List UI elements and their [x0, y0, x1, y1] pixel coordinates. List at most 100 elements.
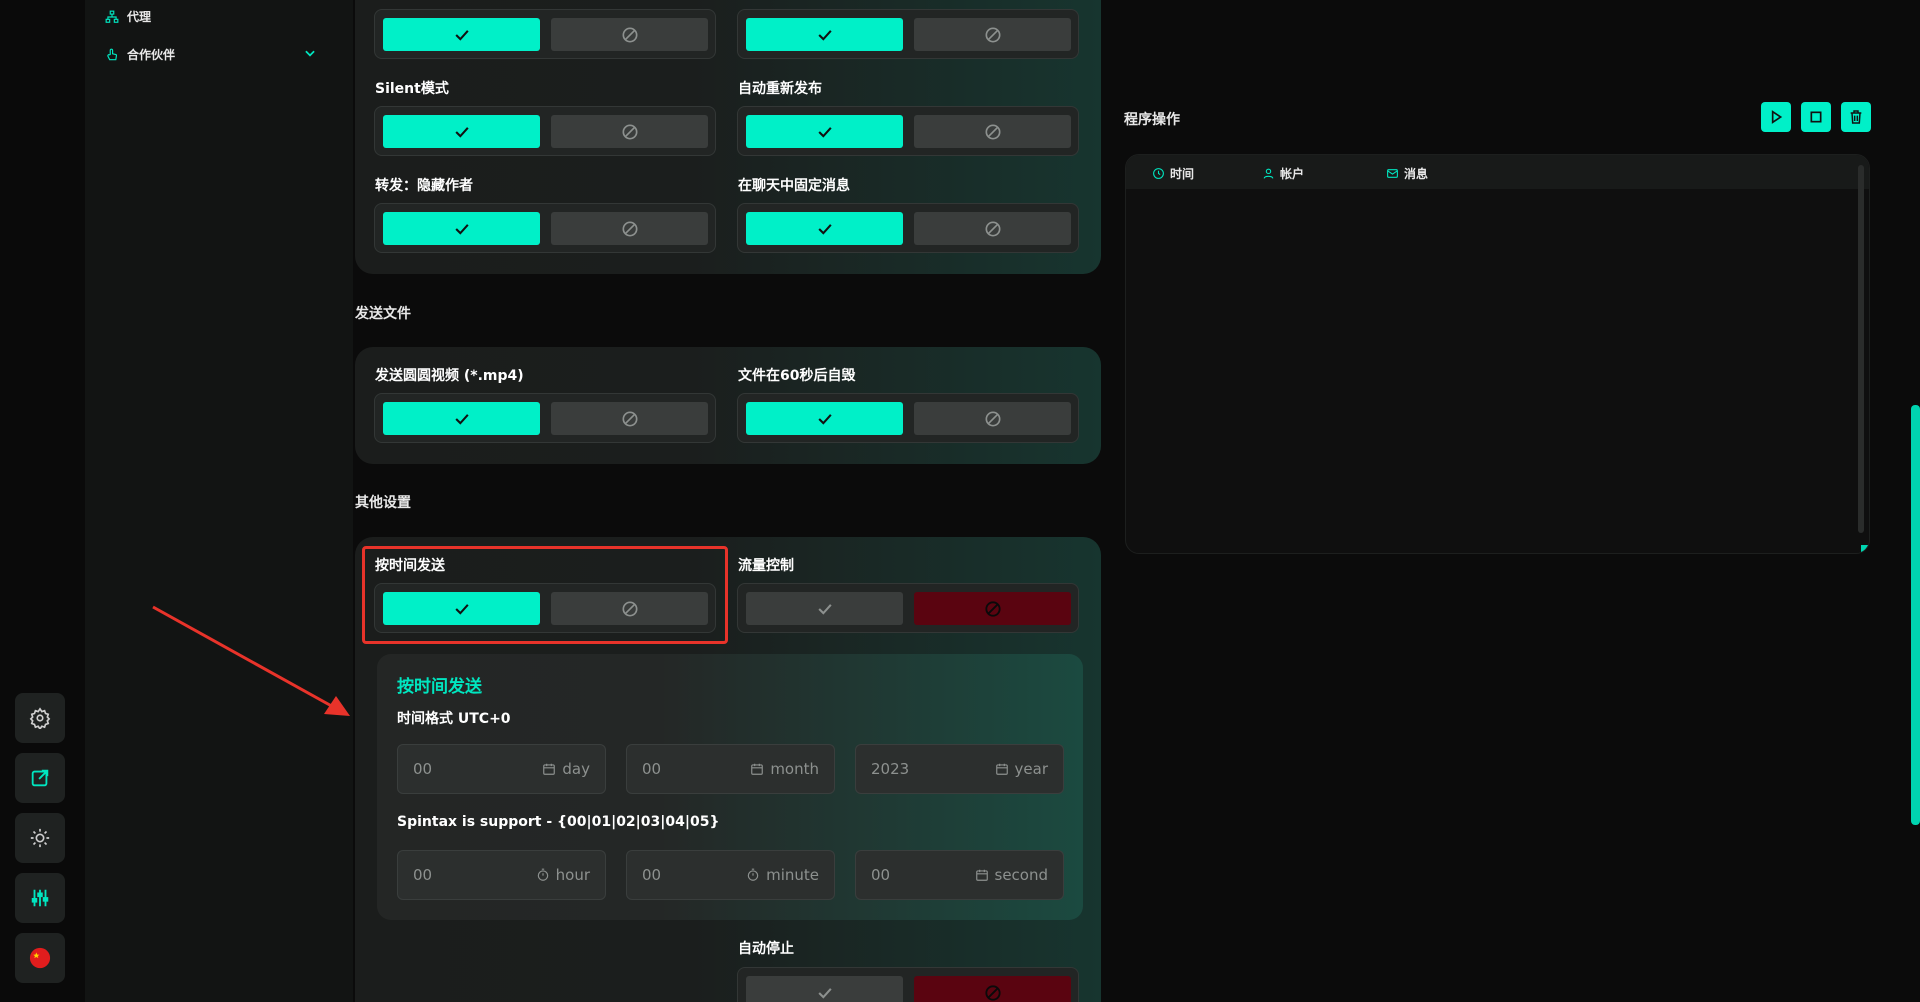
calendar-icon	[975, 869, 988, 881]
field-value: 00	[413, 866, 433, 884]
icon-rail	[0, 0, 85, 1002]
toggle-on-button[interactable]	[383, 212, 540, 245]
toggle-round-video[interactable]	[374, 393, 716, 443]
log-column-message: 消息	[1386, 165, 1428, 182]
hour-input[interactable]: 00 hour	[397, 850, 606, 900]
toggle-on-button[interactable]	[746, 115, 903, 148]
ban-icon	[622, 221, 637, 236]
day-input[interactable]: 00 day	[397, 744, 606, 794]
page-scrollbar[interactable]	[1911, 405, 1920, 825]
resize-handle[interactable]	[1861, 545, 1869, 553]
toggle-off-button[interactable]	[914, 212, 1071, 245]
user-icon	[1263, 168, 1274, 179]
toggle-self-destruct[interactable]	[737, 393, 1079, 443]
sidebar-item-partners[interactable]: 合作伙伴	[105, 46, 175, 63]
toggle-top-right[interactable]	[737, 9, 1079, 59]
field-unit-label: second	[994, 866, 1049, 884]
toggle-on-button[interactable]	[746, 402, 903, 435]
time-format-label: 时间格式 UTC+0	[397, 711, 511, 727]
year-input[interactable]: 2023 year	[855, 744, 1064, 794]
delete-button[interactable]	[1841, 102, 1871, 132]
main-content: Silent模式 自动重新发布 转发：隐藏作者 在聊天中固定消息 发送文件 发送…	[353, 0, 1113, 1002]
month-input[interactable]: 00 month	[626, 744, 835, 794]
toggle-off-button[interactable]	[914, 976, 1071, 1002]
china-flag-icon	[29, 947, 51, 969]
ban-icon	[984, 984, 1001, 1001]
toggle-off-button[interactable]	[551, 212, 708, 245]
option-label: 流量控制	[738, 558, 794, 574]
external-link-icon	[31, 769, 49, 787]
field-value: 00	[871, 866, 891, 884]
mail-icon	[1387, 169, 1398, 178]
language-button[interactable]	[15, 933, 65, 983]
schedule-panel: 按时间发送 时间格式 UTC+0 00 day 00 month 2023 ye…	[377, 654, 1083, 920]
option-label: 文件在60秒后自毁	[738, 368, 856, 384]
toggle-on-button[interactable]	[383, 402, 540, 435]
second-input[interactable]: 00 second	[855, 850, 1064, 900]
calendar-icon	[543, 763, 556, 775]
ban-icon	[622, 124, 637, 139]
stop-button[interactable]	[1801, 102, 1831, 132]
minute-input[interactable]: 00 minute	[626, 850, 835, 900]
log-scrollbar[interactable]	[1858, 165, 1864, 533]
timer-icon	[747, 868, 759, 881]
option-label: 转发：隐藏作者	[375, 178, 473, 194]
chevron-down-icon[interactable]	[303, 46, 317, 60]
field-unit: month	[750, 760, 819, 778]
schedule-title: 按时间发送	[397, 677, 482, 697]
toggle-flow-control[interactable]	[737, 583, 1079, 633]
operation-log[interactable]: 时间 帐户 消息	[1125, 154, 1870, 554]
option-label: 在聊天中固定消息	[738, 178, 850, 194]
spintax-label: Spintax is support - {00|01|02|03|04|05}	[397, 814, 720, 830]
toggle-off-button[interactable]	[551, 115, 708, 148]
toggle-auto-republish[interactable]	[737, 106, 1079, 156]
adjustments-button[interactable]	[15, 873, 65, 923]
calendar-icon	[995, 763, 1008, 775]
network-icon	[105, 10, 119, 23]
toggle-off-button[interactable]	[914, 18, 1071, 51]
calendar-icon	[751, 763, 764, 775]
field-unit: minute	[746, 866, 819, 884]
toggle-top-left[interactable]	[374, 9, 716, 59]
clock-icon	[1153, 168, 1164, 179]
check-icon	[817, 126, 832, 138]
field-value: 2023	[871, 760, 910, 778]
toggle-on-button[interactable]	[746, 592, 903, 625]
field-unit-label: day	[562, 760, 590, 778]
toggle-off-button[interactable]	[914, 115, 1071, 148]
log-column-label: 时间	[1170, 167, 1195, 181]
log-column-label: 帐户	[1280, 167, 1305, 181]
sidebar-item-proxy[interactable]: 代理	[105, 8, 151, 25]
ban-icon	[622, 411, 637, 426]
sidebar-item-label: 代理	[127, 10, 152, 24]
toggle-auto-stop[interactable]	[737, 967, 1079, 1002]
toggle-off-button[interactable]	[914, 592, 1071, 625]
ban-icon	[622, 27, 637, 42]
theme-button[interactable]	[15, 813, 65, 863]
toggle-off-button[interactable]	[551, 18, 708, 51]
toggle-on-button[interactable]	[746, 18, 903, 51]
toggle-on-button[interactable]	[383, 115, 540, 148]
field-unit: second	[975, 866, 1049, 884]
toggle-off-button[interactable]	[551, 402, 708, 435]
toggle-silent-mode[interactable]	[374, 106, 716, 156]
toggle-on-button[interactable]	[746, 976, 903, 1002]
ban-icon	[985, 27, 1000, 42]
play-button[interactable]	[1761, 102, 1791, 132]
log-column-label: 消息	[1404, 167, 1429, 181]
settings-button[interactable]	[15, 693, 65, 743]
toggle-pin-message[interactable]	[737, 203, 1079, 253]
sidebar: 代理 合作伙伴	[85, 0, 353, 1002]
external-link-button[interactable]	[15, 753, 65, 803]
toggle-off-button[interactable]	[914, 402, 1071, 435]
sun-icon	[30, 828, 50, 848]
send-options-panel: Silent模式 自动重新发布 转发：隐藏作者 在聊天中固定消息	[355, 0, 1101, 274]
toggle-hide-author[interactable]	[374, 203, 716, 253]
log-header: 时间 帐户 消息	[1126, 155, 1869, 189]
toggle-on-button[interactable]	[746, 212, 903, 245]
toggle-on-button[interactable]	[383, 18, 540, 51]
highlight-box	[362, 546, 728, 644]
check-icon	[454, 413, 469, 425]
check-icon	[817, 603, 832, 615]
ban-icon	[985, 124, 1000, 139]
